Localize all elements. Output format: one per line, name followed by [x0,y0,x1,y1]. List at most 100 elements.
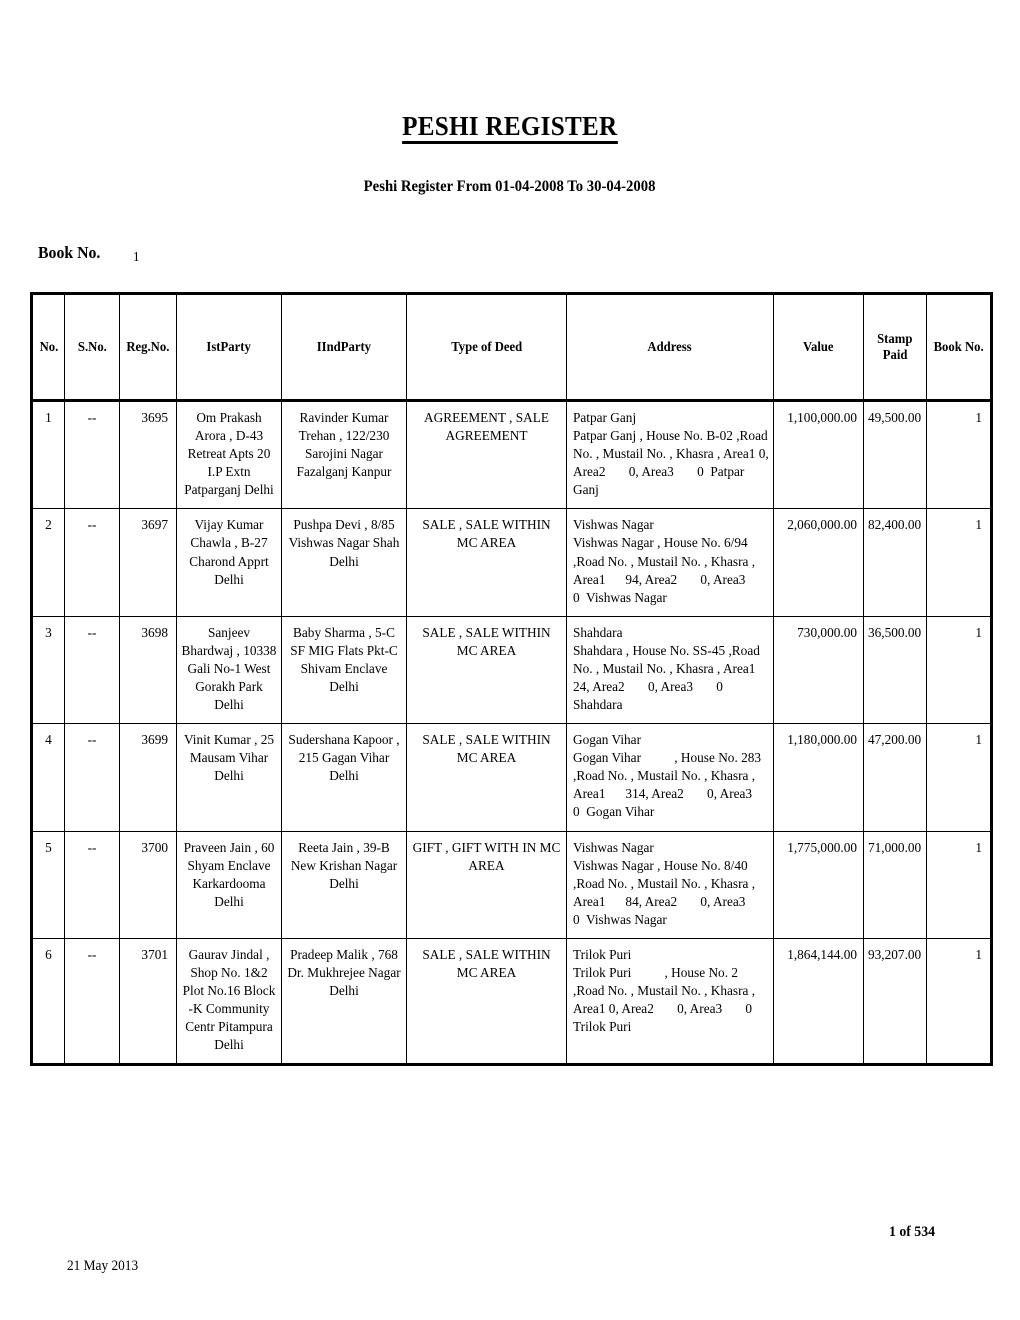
cell-stamp-paid: 82,400.00 [863,508,927,617]
table-header-row: No. S.No. Reg.No. IstParty IIndParty Typ… [30,292,993,402]
cell-type-of-deed: SALE , SALE WITHIN MC AREA [406,937,567,1067]
cell-type-of-deed: SALE , SALE WITHIN MC AREA [406,615,567,725]
column-header-no-text: No. [39,339,58,355]
cell-type-of-deed: AGREEMENT , SALE AGREEMENT [406,399,567,510]
cell-istparty: Praveen Jain , 60 Shyam Enclave Karkardo… [176,830,282,939]
cell-iindparty: Ravinder Kumar Trehan , 122/230 Sarojini… [281,399,407,510]
cell-istparty: Gaurav Jindal , Shop No. 1&2 Plot No.16 … [176,937,282,1067]
column-header-sno-text: S.No. [77,339,107,355]
cell-stamp-paid: 71,000.00 [863,830,927,939]
cell-address: Vishwas Nagar Vishwas Nagar , House No. … [566,830,774,939]
column-header-iindparty: IIndParty [281,292,407,402]
cell-address-text: Patpar Ganj Patpar Ganj , House No. B-02… [573,410,769,498]
cell-stamp-paid: 93,207.00 [863,937,927,1067]
cell-book-no: 1 [926,830,993,939]
table-row: 6 -- 3701 Gaurav Jindal , Shop No. 1&2 P… [30,937,993,1067]
cell-sno: -- [64,399,120,510]
cell-no: 1 [30,399,65,510]
cell-iindparty: Sudershana Kapoor , 215 Gagan Vihar Delh… [281,723,407,832]
page-subtitle-text: Peshi Register From 01-04-2008 To 30-04-… [364,178,656,195]
column-header-value-text: Value [803,339,834,355]
column-header-address: Address [566,292,774,402]
cell-value: 1,180,000.00 [773,723,864,832]
cell-address: Patpar Ganj Patpar Ganj , House No. B-02… [566,399,774,510]
table-row: 2 -- 3697 Vijay Kumar Chawla , B-27 Char… [30,508,993,617]
cell-iindparty: Reeta Jain , 39-B New Krishan Nagar Delh… [281,830,407,939]
cell-no: 4 [30,723,65,832]
cell-no: 3 [30,615,65,725]
cell-address: Shahdara Shahdara , House No. SS-45 ,Roa… [566,615,774,725]
cell-regno: 3699 [119,723,177,832]
cell-iindparty: Pradeep Malik , 768 Dr. Mukhrejee Nagar … [281,937,407,1067]
cell-regno: 3697 [119,508,177,617]
cell-no: 5 [30,830,65,939]
cell-value: 1,100,000.00 [773,399,864,510]
page-subtitle: Peshi Register From 01-04-2008 To 30-04-… [0,178,1020,196]
column-header-regno: Reg.No. [119,292,177,402]
cell-book-no: 1 [926,508,993,617]
book-no-value: 1 [133,250,140,265]
cell-sno: -- [64,723,120,832]
cell-type-of-deed: SALE , SALE WITHIN MC AREA [406,508,567,617]
cell-address: Gogan Vihar Gogan Vihar , House No. 283 … [566,723,774,832]
print-date: 21 May 2013 [67,1258,139,1274]
cell-sno: -- [64,508,120,617]
cell-value: 1,775,000.00 [773,830,864,939]
cell-address-text: Gogan Vihar Gogan Vihar , House No. 283 … [573,732,762,820]
cell-istparty: Vinit Kumar , 25 Mausam Vihar Delhi [176,723,282,832]
cell-stamp-paid: 47,200.00 [863,723,927,832]
peshi-register-table: No. S.No. Reg.No. IstParty IIndParty Typ… [30,292,993,1067]
cell-sno: -- [64,830,120,939]
page-title-text: PESHI REGISTER [402,112,618,145]
column-header-type-of-deed: Type of Deed [406,292,567,402]
cell-address-text: Vishwas Nagar Vishwas Nagar , House No. … [573,517,756,605]
cell-iindparty: Baby Sharma , 5-C SF MIG Flats Pkt-C Shi… [281,615,407,725]
table-row: 4 -- 3699 Vinit Kumar , 25 Mausam Vihar … [30,723,993,832]
cell-book-no: 1 [926,615,993,725]
column-header-istparty-text: IstParty [206,339,252,355]
table-body: 1 -- 3695 Om Prakash Arora , D-43 Retrea… [30,399,993,1067]
cell-regno: 3701 [119,937,177,1067]
cell-stamp-paid: 49,500.00 [863,399,927,510]
cell-iindparty: Pushpa Devi , 8/85 Vishwas Nagar Shah De… [281,508,407,617]
column-header-book-no: Book No. [926,292,993,402]
cell-regno: 3698 [119,615,177,725]
table-row: 1 -- 3695 Om Prakash Arora , D-43 Retrea… [30,399,993,510]
cell-regno: 3700 [119,830,177,939]
cell-address-text: Shahdara Shahdara , House No. SS-45 ,Roa… [573,624,760,713]
column-header-stamp-paid-line1: Stamp [877,331,913,347]
cell-book-no: 1 [926,399,993,510]
cell-type-of-deed: SALE , SALE WITHIN MC AREA [406,723,567,832]
column-header-istparty: IstParty [176,292,282,402]
cell-address: Vishwas Nagar Vishwas Nagar , House No. … [566,508,774,617]
cell-istparty: Sanjeev Bhardwaj , 10338 Gali No-1 West … [176,615,282,725]
book-no-label: Book No. [38,243,101,262]
cell-address-text: Vishwas Nagar Vishwas Nagar , House No. … [573,839,756,927]
column-header-value: Value [773,292,864,402]
cell-no: 6 [30,937,65,1067]
column-header-regno-text: Reg.No. [126,339,170,355]
column-header-book-no-text: Book No. [933,339,984,355]
cell-book-no: 1 [926,723,993,832]
cell-istparty: Vijay Kumar Chawla , B-27 Charond Apprt … [176,508,282,617]
column-header-stamp-paid: Stamp Paid [863,292,927,402]
column-header-stamp-paid-line2: Paid [882,347,908,362]
cell-stamp-paid: 36,500.00 [863,615,927,725]
cell-address-text: Trilok Puri Trilok Puri , House No. 2 ,R… [573,946,756,1035]
cell-regno: 3695 [119,399,177,510]
cell-value: 730,000.00 [773,615,864,725]
cell-book-no: 1 [926,937,993,1067]
table-row: 3 -- 3698 Sanjeev Bhardwaj , 10338 Gali … [30,615,993,725]
cell-type-of-deed: GIFT , GIFT WITH IN MC AREA [406,830,567,939]
page-number: 1 of 534 [889,1224,935,1240]
column-header-no: No. [30,292,65,402]
column-header-iindparty-text: IIndParty [316,339,372,355]
page-title: PESHI REGISTER [0,112,1020,145]
column-header-address-text: Address [647,339,693,355]
column-header-sno: S.No. [64,292,120,402]
cell-address: Trilok Puri Trilok Puri , House No. 2 ,R… [566,937,774,1067]
cell-value: 1,864,144.00 [773,937,864,1067]
cell-istparty: Om Prakash Arora , D-43 Retreat Apts 20 … [176,399,282,510]
cell-no: 2 [30,508,65,617]
table-row: 5 -- 3700 Praveen Jain , 60 Shyam Enclav… [30,830,993,939]
